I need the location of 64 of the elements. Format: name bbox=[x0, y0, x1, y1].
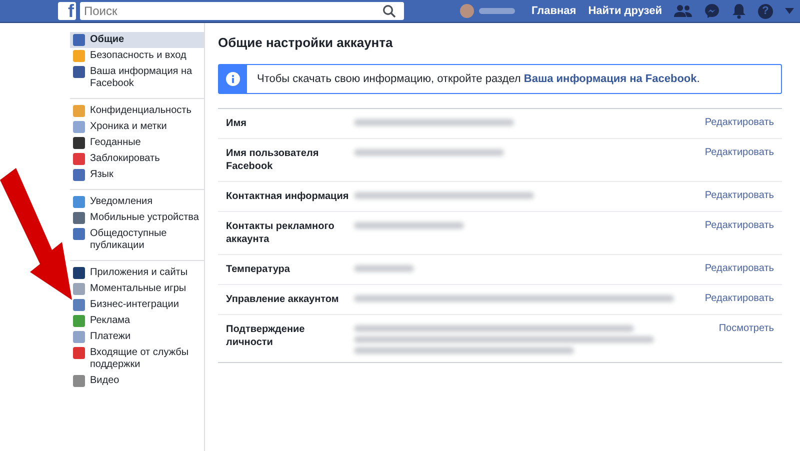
sidebar-item[interactable]: Заблокировать bbox=[70, 151, 204, 167]
info-link[interactable]: Ваша информация на Facebook bbox=[524, 73, 697, 85]
sidebar-item[interactable]: Реклама bbox=[70, 313, 204, 329]
edit-link[interactable]: Посмотреть bbox=[718, 323, 774, 334]
setting-label: Имя пользователя Facebook bbox=[226, 147, 320, 173]
tile-icon bbox=[73, 283, 85, 295]
tile-icon bbox=[73, 121, 85, 133]
edit-link[interactable]: Редактировать bbox=[704, 190, 774, 201]
search-field[interactable]: Поиск bbox=[80, 2, 404, 20]
tile-icon bbox=[73, 153, 85, 165]
tile-icon bbox=[73, 315, 85, 327]
edit-link[interactable]: Редактировать bbox=[704, 263, 774, 274]
sidebar-item[interactable]: Видео bbox=[70, 373, 204, 389]
caret-icon[interactable] bbox=[785, 8, 794, 14]
tile-icon bbox=[73, 299, 85, 311]
messenger-icon[interactable] bbox=[704, 3, 720, 19]
page-title: Общие настройки аккаунта bbox=[218, 35, 394, 50]
edit-link[interactable]: Редактировать bbox=[704, 117, 774, 128]
tile-icon bbox=[73, 196, 85, 208]
logo[interactable]: f bbox=[58, 2, 76, 20]
setting-label: Температура bbox=[226, 263, 291, 276]
tile-icon bbox=[73, 169, 85, 181]
search-icon[interactable] bbox=[382, 4, 396, 18]
setting-label: Контакты рекламного аккаунта bbox=[226, 220, 336, 246]
tile-icon bbox=[73, 375, 85, 387]
sidebar-item[interactable]: Ваша информация на Facebook bbox=[70, 64, 204, 92]
sidebar-item[interactable]: Мобильные устройства bbox=[70, 210, 204, 226]
tile-icon bbox=[73, 212, 85, 224]
tile-icon bbox=[73, 66, 85, 78]
sidebar-item[interactable]: Приложения и сайты bbox=[70, 265, 204, 281]
edit-link[interactable]: Редактировать bbox=[704, 147, 774, 158]
sidebar-item[interactable]: Уведомления bbox=[70, 194, 204, 210]
info-text: Чтобы скачать свою информацию, откройте раздел Ваша информация на Facebook. bbox=[256, 73, 700, 85]
tile-icon bbox=[73, 347, 85, 359]
tile-icon bbox=[73, 267, 85, 279]
info-icon bbox=[226, 72, 240, 86]
bell-icon[interactable] bbox=[732, 3, 746, 19]
tile-icon bbox=[73, 331, 85, 343]
tile-icon bbox=[73, 228, 85, 240]
tile-icon bbox=[73, 34, 85, 46]
nav-link[interactable]: Найти друзей bbox=[588, 5, 662, 17]
edit-link[interactable]: Редактировать bbox=[704, 293, 774, 304]
sidebar-item[interactable]: Язык bbox=[70, 167, 204, 183]
nav-link[interactable]: Главная bbox=[531, 5, 576, 17]
sidebar-item[interactable]: Общедоступные публикации bbox=[70, 226, 204, 254]
friends-icon[interactable] bbox=[674, 4, 692, 18]
sidebar-item[interactable]: Платежи bbox=[70, 329, 204, 345]
sidebar-item[interactable]: Геоданные bbox=[70, 135, 204, 151]
setting-label: Подтверждение личности bbox=[226, 323, 306, 349]
blurred-text bbox=[354, 265, 414, 272]
sidebar-item[interactable]: Моментальные игры bbox=[70, 281, 204, 297]
sidebar-item[interactable]: Входящие от службы поддержки bbox=[70, 345, 204, 373]
tile-icon bbox=[73, 105, 85, 117]
sidebar-item[interactable]: Конфиденциальность bbox=[70, 103, 204, 119]
sidebar-item[interactable]: Общие bbox=[70, 32, 204, 48]
sidebar-item[interactable]: Бизнес-интеграции bbox=[70, 297, 204, 313]
sidebar-item[interactable]: Безопасность и вход bbox=[70, 48, 204, 64]
tile-icon bbox=[73, 50, 85, 62]
setting-label: Управление аккаунтом bbox=[226, 293, 340, 306]
edit-link[interactable]: Редактировать bbox=[704, 220, 774, 231]
setting-label: Контактная информация bbox=[226, 190, 350, 203]
sidebar-item[interactable]: Хроника и метки bbox=[70, 119, 204, 135]
tile-icon bbox=[73, 137, 85, 149]
setting-label: Имя bbox=[226, 117, 248, 130]
